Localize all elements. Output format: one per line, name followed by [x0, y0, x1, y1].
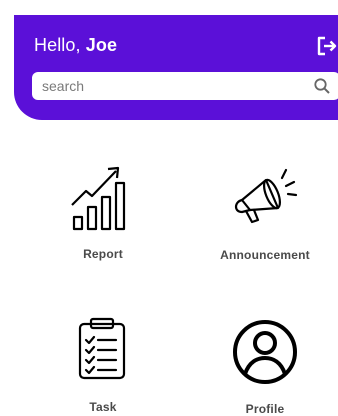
user-circle-icon — [233, 320, 297, 384]
profile-tile[interactable]: Profile — [200, 310, 330, 416]
announcement-label: Announcement — [220, 248, 310, 262]
logout-button[interactable] — [316, 35, 338, 57]
megaphone-icon — [234, 168, 298, 224]
clipboard-checklist-icon — [78, 317, 126, 380]
search-bar — [32, 72, 338, 100]
user-name: Joe — [85, 35, 118, 55]
search-input[interactable] — [32, 72, 302, 100]
profile-label: Profile — [245, 402, 285, 416]
announcement-tile[interactable]: Announcement — [200, 158, 330, 278]
greeting: Hello, Joe — [34, 35, 117, 56]
task-label: Task — [89, 400, 117, 414]
header-banner: Hello, Joe — [14, 15, 338, 120]
home-screen: Hello, Joe search Report Announcement Ta… — [0, 0, 338, 416]
logout-icon — [317, 36, 337, 56]
task-tile[interactable]: Task — [38, 310, 168, 416]
growth-chart-icon — [71, 166, 126, 231]
report-tile[interactable]: Report — [38, 158, 168, 278]
report-label: Report — [83, 247, 123, 261]
search-icon[interactable] — [313, 77, 331, 95]
greeting-prefix: Hello, — [34, 35, 81, 55]
